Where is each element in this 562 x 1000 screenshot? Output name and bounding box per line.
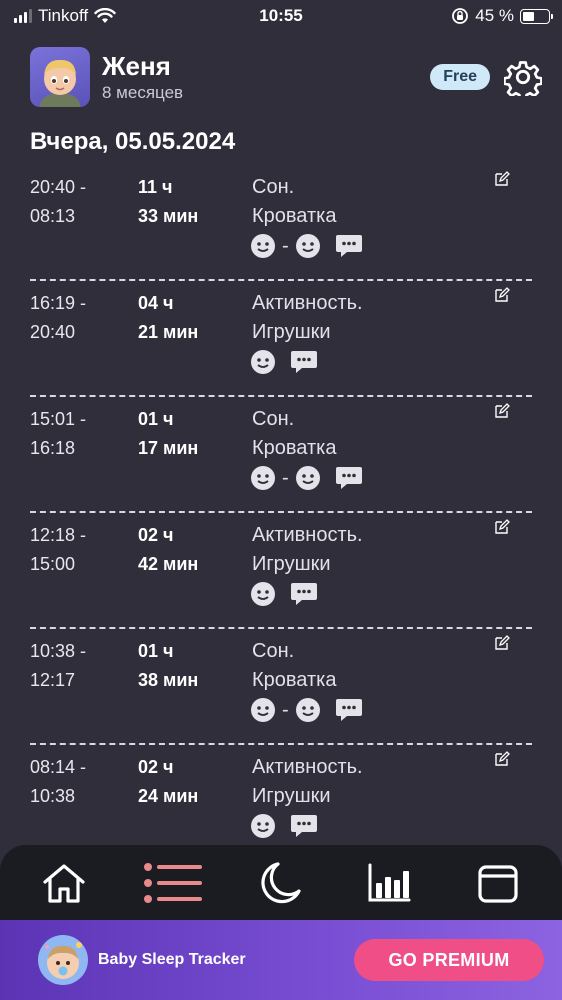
edit-icon[interactable] [494,751,510,767]
comment-icon[interactable] [335,233,363,259]
entry-icons: - [250,697,363,723]
entry-time: 12:18 -15:00 [30,525,87,574]
promo-avatar [38,935,88,985]
entry-time: 20:40 -08:13 [30,177,87,226]
mood-separator: - [282,235,289,257]
go-premium-button[interactable]: GO PREMIUM [354,939,544,981]
list-item[interactable]: 20:40 -08:13 11 ч 33 мин Сон. Кроватка - [0,165,562,281]
activity-list: 20:40 -08:13 11 ч 33 мин Сон. Кроватка - 1… [0,165,562,861]
promo-title: Baby Sleep Tracker [98,951,246,968]
bottom-tab-bar [0,845,562,920]
list-item[interactable]: 08:14 -10:38 02 ч 24 мин Активность. Игруш… [0,745,562,861]
list-item[interactable]: 16:19 -20:40 04 ч 21 мин Активность. Игруш… [0,281,562,397]
entry-icons [250,349,318,375]
entry-type: Активность. Игрушки [252,524,363,575]
mood-separator: - [282,699,289,721]
entry-time: 10:38 -12:17 [30,641,87,690]
entry-type: Сон. Кроватка [252,176,337,227]
mood-face-icon[interactable] [250,581,276,607]
entry-time: 08:14 -10:38 [30,757,87,806]
entry-time: 16:19 -20:40 [30,293,87,342]
edit-icon[interactable] [494,403,510,419]
edit-icon[interactable] [494,635,510,651]
mood-face-icon[interactable] [250,813,276,839]
wifi-icon [94,8,116,23]
mood-separator: - [282,467,289,489]
tab-sleep[interactable] [249,855,313,911]
comment-icon[interactable] [290,349,318,375]
calendar-icon [478,864,518,903]
tab-calendar[interactable] [466,855,530,911]
mood-face-icon[interactable] [250,349,276,375]
list-item[interactable]: 15:01 -16:18 01 ч 17 мин Сон. Кроватка - [0,397,562,513]
home-icon [43,863,85,903]
entry-time: 15:01 -16:18 [30,409,87,458]
entry-duration: 04 ч 21 мин [138,293,199,342]
comment-icon[interactable] [290,813,318,839]
edit-icon[interactable] [494,287,510,303]
baby-name: Женя [102,51,171,81]
tab-list[interactable] [141,855,205,911]
gear-icon[interactable] [504,58,542,96]
battery-icon [520,8,553,24]
chart-icon [368,863,411,901]
profile-info: Женя 8 месяцев [102,51,183,103]
entry-type: Сон. Кроватка [252,640,337,691]
moon-icon [261,861,301,903]
mood-face-icon[interactable] [250,233,276,259]
signal-icon [14,9,32,23]
entry-icons [250,581,318,607]
entry-icons [250,813,318,839]
day-title: Вчера, 05.05.2024 [30,128,236,155]
list-icon [143,862,202,903]
baby-avatar[interactable] [30,47,90,107]
entry-duration: 02 ч 42 мин [138,525,199,574]
list-item[interactable]: 10:38 -12:17 01 ч 38 мин Сон. Кроватка - [0,629,562,745]
status-right: 45 % [451,6,553,26]
entry-type: Активность. Игрушки [252,756,363,807]
profile-header: Женя 8 месяцев Free [30,46,542,108]
entry-icons: - [250,233,363,259]
entry-icons: - [250,465,363,491]
entry-duration: 01 ч 17 мин [138,409,199,458]
mood-face-icon[interactable] [295,465,321,491]
comment-icon[interactable] [335,697,363,723]
mood-face-icon[interactable] [295,697,321,723]
entry-duration: 01 ч 38 мин [138,641,199,690]
tab-home[interactable] [32,855,96,911]
edit-icon[interactable] [494,519,510,535]
baby-age: 8 месяцев [102,83,184,102]
mood-face-icon[interactable] [295,233,321,259]
edit-icon[interactable] [494,171,510,187]
entry-type: Сон. Кроватка [252,408,337,459]
entry-duration: 02 ч 24 мин [138,757,199,806]
mood-face-icon[interactable] [250,697,276,723]
comment-icon[interactable] [335,465,363,491]
rotation-lock-icon [452,8,469,24]
plan-badge[interactable]: Free [430,64,490,90]
status-bar: Tinkoff 10:55 45 % [0,0,562,32]
list-item[interactable]: 12:18 -15:00 02 ч 42 мин Активность. Игруш… [0,513,562,629]
comment-icon[interactable] [290,581,318,607]
carrier-name: Tinkoff [38,6,89,25]
entry-duration: 11 ч 33 мин [138,177,199,226]
entry-type: Активность. Игрушки [252,292,363,343]
mood-face-icon[interactable] [250,465,276,491]
tab-statistics[interactable] [357,855,421,911]
premium-banner: Baby Sleep Tracker GO PREMIUM [0,920,562,1000]
battery-percent: 45 % [475,6,514,25]
status-left: Tinkoff [14,6,116,26]
